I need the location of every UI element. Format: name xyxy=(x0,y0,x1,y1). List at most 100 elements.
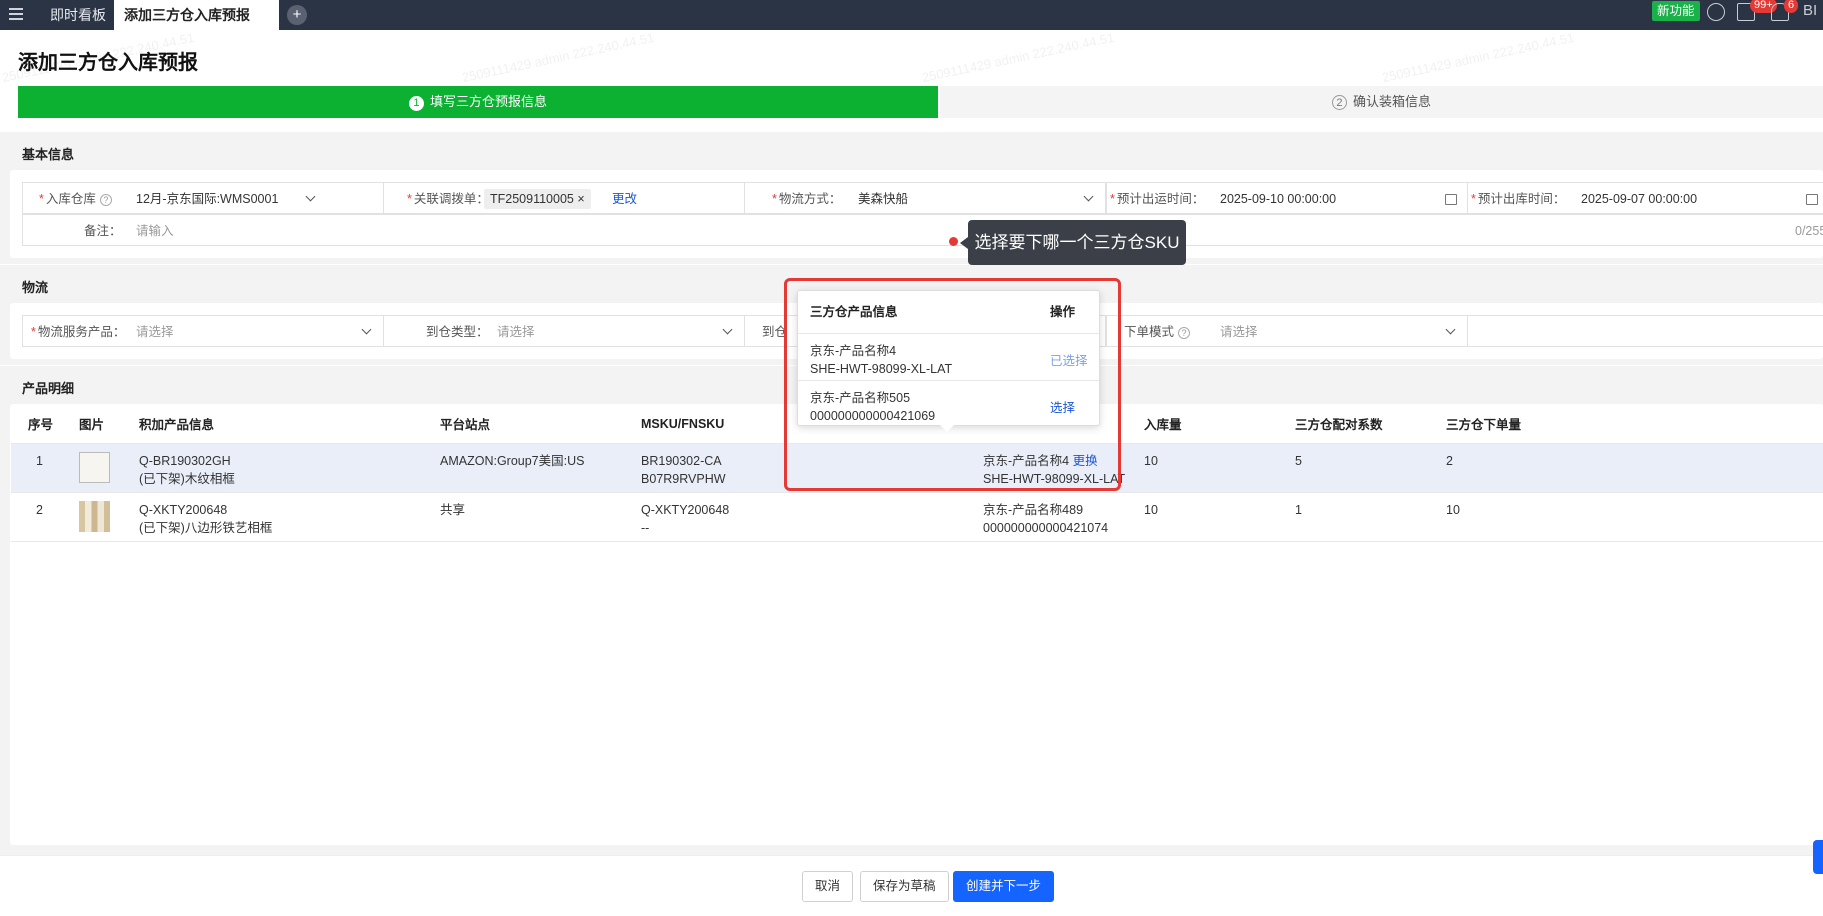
platform-site: AMAZON:Group7美国:US xyxy=(440,443,641,493)
product-sku: Q-XKTY200648 xyxy=(139,502,228,517)
row-no: 2 xyxy=(11,492,79,542)
col-image: 图片 xyxy=(79,405,139,444)
shipping-label: 物流方式： xyxy=(778,192,842,206)
warehouse-field[interactable]: * 入库仓库? 12月-京东国际:WMS0001 xyxy=(22,182,384,214)
table-row[interactable]: 2 Q-XKTY200648 (已下架)八边形铁艺相框 共享 Q-XKTY2006… xyxy=(11,492,1823,542)
transfer-label: 关联调拨单： xyxy=(413,192,489,206)
new-feature-badge[interactable]: 新功能 xyxy=(1652,1,1700,21)
shipping-method-field[interactable]: * 物流方式： 美森快船 xyxy=(744,182,1106,214)
platform-site: 共享 xyxy=(440,492,641,542)
highlight-box xyxy=(784,278,1121,491)
service-select[interactable]: 请选择 xyxy=(136,316,174,346)
logistics-service-field[interactable]: * 物流服务产品： 请选择 xyxy=(22,315,384,347)
logistics-title: 物流 xyxy=(22,280,49,295)
tp-product-code: 000000000000421074 xyxy=(983,520,1109,535)
step-2-number: 2 xyxy=(1331,95,1347,110)
order-qty: 2 xyxy=(1446,443,1823,493)
product-section-title: 产品明细 xyxy=(22,381,75,396)
transfer-tag: TF2509110005 × xyxy=(480,183,591,213)
top-bar: 即时看板 添加三方仓入库预报 + 新功能 99+ 6 BI xyxy=(0,0,1823,30)
out-time-value: 2025-09-07 00:00:00 xyxy=(1581,192,1698,206)
order-qty: 10 xyxy=(1446,492,1823,542)
add-tab-button[interactable]: + xyxy=(287,5,307,25)
chevron-down-icon xyxy=(1445,324,1456,335)
remark-counter: 0/255 xyxy=(1795,224,1823,238)
basic-info-card: * 入库仓库? 12月-京东国际:WMS0001 * 关联调拨单： TF250911… xyxy=(10,170,1823,258)
step-1-number: 1 xyxy=(408,96,424,111)
fnsku: -- xyxy=(641,520,650,535)
inbound-qty: 10 xyxy=(1144,443,1295,493)
row-no: 1 xyxy=(11,443,79,493)
cancel-button[interactable]: 取消 xyxy=(802,871,854,902)
tp-product-name: 京东-产品名称489 xyxy=(983,502,1084,517)
out-time-label: 预计出库时间： xyxy=(1477,192,1566,206)
product-image xyxy=(79,451,110,483)
watermark-text: 2509111429 admin 222.240.44.51 xyxy=(1380,29,1576,86)
task-icon[interactable]: 99+ xyxy=(1737,0,1777,21)
user-avatar[interactable]: BI xyxy=(1803,2,1817,19)
chevron-down-icon xyxy=(722,324,733,335)
col-qty: 入库量 xyxy=(1144,405,1295,444)
col-no: 序号 xyxy=(11,405,79,444)
col-product-info: 积加产品信息 xyxy=(139,405,440,444)
watermark-text: 2509111429 admin 222.240.44.51 xyxy=(460,29,656,86)
step-1-label: 填写三方仓预报信息 xyxy=(429,94,547,109)
create-next-button[interactable]: 创建并下一步 xyxy=(953,871,1055,902)
order-mode-label: 下单模式 xyxy=(1124,325,1175,339)
product-name: (已下架)八边形铁艺相框 xyxy=(139,520,273,535)
ship-time-value: 2025-09-10 00:00:00 xyxy=(1220,192,1337,206)
annotation-dot xyxy=(949,237,958,246)
side-float-button[interactable] xyxy=(1813,840,1823,874)
service-label: 物流服务产品： xyxy=(37,325,126,339)
transfer-tag-text: TF2509110005 xyxy=(490,192,574,206)
arrival-type-label: 到仓类型： xyxy=(426,325,489,339)
col-site: 平台站点 xyxy=(440,405,641,444)
chevron-down-icon xyxy=(305,191,316,202)
step-2-label: 确认装箱信息 xyxy=(1352,94,1431,109)
product-name: (已下架)木纹相框 xyxy=(139,471,235,486)
basic-info-section: 基本信息 * 入库仓库? 12月-京东国际:WMS0001 * 关联调拨单： TF2… xyxy=(0,132,1823,264)
ship-time-field[interactable]: * 预计出运时间： 2025-09-10 00:00:00 xyxy=(1106,182,1468,214)
menu-icon[interactable] xyxy=(9,8,23,21)
change-transfer-link[interactable]: 更改 xyxy=(612,183,637,213)
calendar-icon xyxy=(1445,194,1457,205)
watermark-text: 2509111429 admin 222.240.44.51 xyxy=(920,29,1116,86)
arrival-type-field[interactable]: 到仓类型： 请选择 xyxy=(383,315,745,347)
col-ratio: 三方仓配对系数 xyxy=(1295,405,1446,444)
step-1: 1 填写三方仓预报信息 xyxy=(18,86,938,118)
product-image xyxy=(79,500,110,532)
chevron-down-icon xyxy=(1083,191,1094,202)
remove-tag-button[interactable]: × xyxy=(577,192,584,206)
remark-input[interactable]: 请输入 xyxy=(136,215,174,245)
help-icon[interactable]: ? xyxy=(1178,326,1191,339)
page-title: 添加三方仓入库预报 xyxy=(18,52,198,74)
basic-info-title: 基本信息 xyxy=(22,147,75,162)
bell-icon[interactable]: 6 xyxy=(1771,0,1799,21)
notification-count-badge: 6 xyxy=(1784,0,1799,13)
pair-ratio: 5 xyxy=(1295,443,1446,493)
help-icon[interactable]: ? xyxy=(99,193,112,206)
out-time-field[interactable]: * 预计出库时间： 2025-09-07 00:00:00 xyxy=(1467,182,1823,214)
tooltip-arrow xyxy=(960,237,968,249)
tab-dashboard[interactable]: 即时看板 xyxy=(40,0,116,30)
ship-time-label: 预计出运时间： xyxy=(1116,192,1205,206)
warehouse-label: 入库仓库 xyxy=(45,192,96,206)
col-order-qty: 三方仓下单量 xyxy=(1446,405,1823,444)
calendar-icon xyxy=(1806,194,1818,205)
shipping-value: 美森快船 xyxy=(858,192,909,206)
product-sku: Q-BR190302GH xyxy=(139,453,231,468)
chevron-down-icon xyxy=(361,324,372,335)
annotation-tooltip: 选择要下哪一个三方仓SKU xyxy=(968,220,1186,265)
order-mode-select[interactable]: 请选择 xyxy=(1220,316,1258,346)
inbound-qty: 10 xyxy=(1144,492,1295,542)
save-draft-button[interactable]: 保存为草稿 xyxy=(860,871,949,902)
order-mode-field[interactable]: 下单模式? 请选择 xyxy=(1106,315,1468,347)
pair-ratio: 1 xyxy=(1295,492,1446,542)
remark-label: 备注： xyxy=(84,224,122,238)
arrival-type-select[interactable]: 请选择 xyxy=(497,316,535,346)
msku: Q-XKTY200648 xyxy=(641,502,730,517)
step-1-arrow xyxy=(920,86,937,118)
help-icon[interactable] xyxy=(1707,3,1725,21)
tab-add-inbound-forecast[interactable]: 添加三方仓入库预报 xyxy=(114,0,279,30)
remark-field[interactable]: 备注： 请输入 0/255 xyxy=(22,214,1823,246)
